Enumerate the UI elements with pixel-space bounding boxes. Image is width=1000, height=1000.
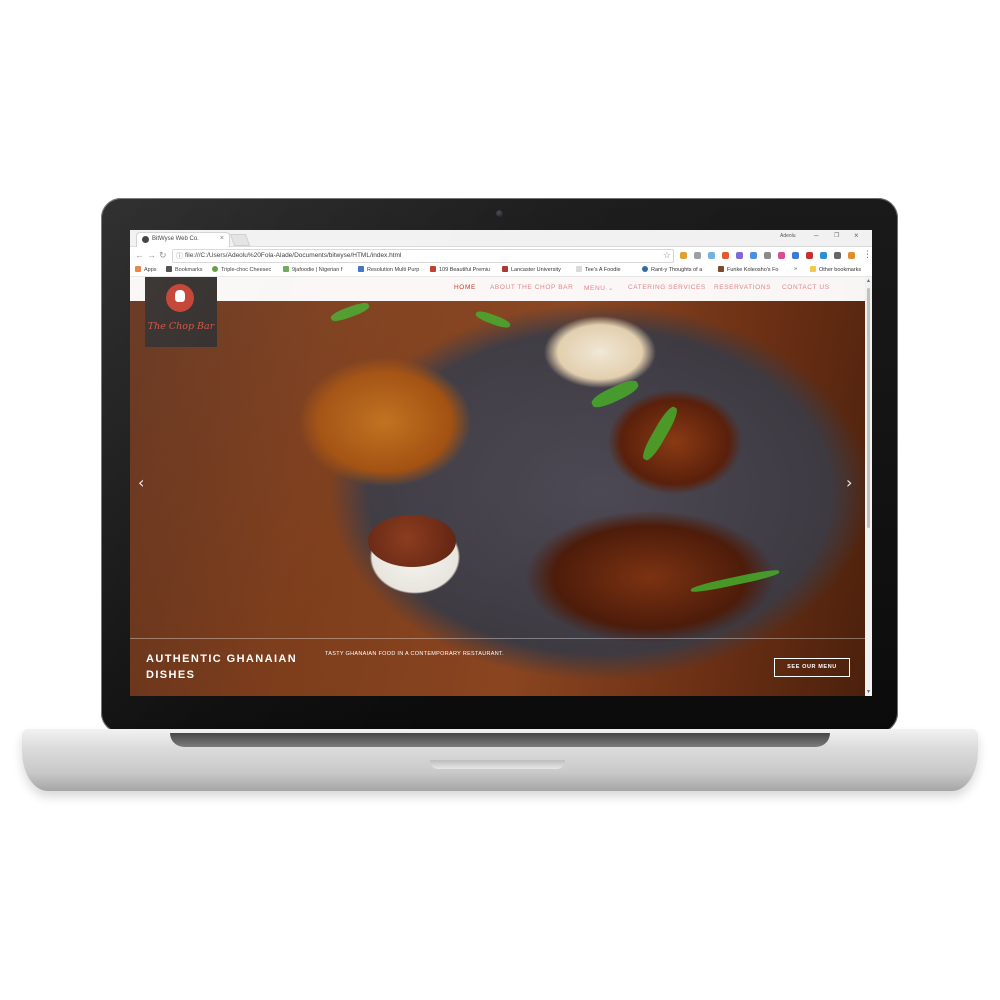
browser-tab-bar: BitWyse Web Co. × Adeolu – ❐ × [130, 230, 872, 247]
bookmark-favicon-icon [502, 266, 508, 272]
bookmark-favicon-icon [718, 266, 724, 272]
webcam [496, 210, 503, 217]
nav-menu[interactable]: MENU ⌄ [584, 284, 614, 292]
bookmark-apps[interactable]: Apps [135, 266, 157, 273]
sauce-bowl-image [368, 515, 456, 567]
bookmark-favicon-icon [212, 266, 218, 272]
hero-image [130, 277, 872, 696]
tab-title: BitWyse Web Co. [152, 236, 199, 242]
nav-about[interactable]: ABOUT THE CHOP BAR [490, 284, 573, 291]
wordpress-icon [642, 266, 648, 272]
back-icon[interactable]: ← [135, 249, 144, 261]
bookmark-favicon-icon [576, 266, 582, 272]
see-menu-button[interactable]: SEE OUR MENU [774, 658, 850, 677]
bookmark-favicon-icon [430, 266, 436, 272]
profile-name[interactable]: Adeolu [780, 233, 796, 239]
bookmark-item[interactable]: Lancaster University [502, 266, 561, 273]
bookmark-item[interactable]: Resolution Multi Purp [358, 266, 419, 273]
extension-icon[interactable] [848, 252, 855, 259]
bookmark-item[interactable]: Tee's A Foodie [576, 266, 621, 273]
bookmark-item[interactable]: 109 Beautiful Premiu [430, 266, 490, 273]
address-bar[interactable]: ⓘ file:///C:/Users/Adeolu%20Fola-Alade/D… [172, 249, 674, 263]
bookmark-other[interactable]: Other bookmarks [810, 266, 861, 273]
extension-icon[interactable] [778, 252, 785, 259]
laptop-notch [430, 760, 565, 769]
url-text: file:///C:/Users/Adeolu%20Fola-Alade/Doc… [185, 252, 402, 259]
bookmarks-overflow-icon[interactable]: » [794, 266, 797, 272]
browser-toolbar: ← → ↻ ⓘ file:///C:/Users/Adeolu%20Fola-A… [130, 247, 872, 265]
apps-grid-icon [135, 266, 141, 272]
extension-icon[interactable] [750, 252, 757, 259]
bookmark-item[interactable]: Funke Koleosho's Fo [718, 266, 779, 273]
bookmark-item[interactable]: 9jafoodie | Nigerian f [283, 266, 342, 273]
folder-icon [810, 266, 816, 272]
bookmark-favicon-icon [283, 266, 289, 272]
star-icon [166, 266, 172, 272]
minimize-icon[interactable]: – [814, 232, 818, 240]
extension-icon[interactable] [708, 252, 715, 259]
extension-icon[interactable] [764, 252, 771, 259]
browser-menu-icon[interactable]: ⋮ [863, 249, 872, 260]
extension-icon[interactable] [820, 252, 827, 259]
bookmark-item[interactable]: Bookmarks [166, 266, 203, 273]
caption-divider [130, 638, 872, 639]
maximize-icon[interactable]: ❐ [834, 232, 839, 240]
bookmark-item[interactable]: Triple-choc Cheesec [212, 266, 271, 273]
close-tab-icon[interactable]: × [220, 235, 224, 242]
hero-title: AUTHENTIC GHANAIAN DISHES [146, 653, 298, 681]
page-info-icon[interactable]: ⓘ [176, 251, 183, 261]
new-tab-button[interactable] [229, 234, 251, 246]
hero-subtitle: TASTY GHANAIAN FOOD IN A CONTEMPORARY RE… [325, 651, 504, 657]
laptop-hinge [170, 733, 830, 747]
extension-icon[interactable] [722, 252, 729, 259]
scroll-down-icon[interactable]: ▼ [866, 689, 871, 695]
web-page: HOME ABOUT THE CHOP BAR MENU ⌄ CATERING … [130, 277, 872, 696]
bookmark-favicon-icon [358, 266, 364, 272]
nav-reservations[interactable]: RESERVATIONS [714, 284, 771, 291]
bookmarks-bar: Apps Bookmarks Triple-choc Cheesec 9jafo… [130, 264, 872, 277]
reload-icon[interactable]: ↻ [159, 249, 167, 261]
bookmark-item[interactable]: Rant-y Thoughts of a [642, 266, 702, 273]
nav-home[interactable]: HOME [454, 284, 476, 291]
extension-icon[interactable] [736, 252, 743, 259]
close-window-icon[interactable]: × [854, 232, 859, 240]
forward-icon[interactable]: → [147, 249, 156, 261]
chevron-down-icon: ⌄ [607, 285, 614, 292]
scroll-up-icon[interactable]: ▲ [866, 278, 871, 284]
scrollbar-thumb[interactable] [867, 288, 870, 528]
carousel-next-icon[interactable]: › [846, 473, 852, 492]
logo-text: The Chop Bar [147, 321, 215, 332]
extension-icon[interactable] [834, 252, 841, 259]
carousel-prev-icon[interactable]: ‹ [138, 473, 144, 492]
browser-tab[interactable]: BitWyse Web Co. × [136, 232, 230, 247]
opera-icon[interactable] [806, 252, 813, 259]
extension-icon[interactable] [792, 252, 799, 259]
laptop-screen: BitWyse Web Co. × Adeolu – ❐ × ← → ↻ ⓘ f… [130, 230, 872, 696]
site-favicon-icon [142, 236, 149, 243]
nav-catering[interactable]: CATERING SERVICES [628, 284, 706, 291]
chef-emblem-icon [166, 284, 194, 312]
extension-icon[interactable] [680, 252, 687, 259]
extension-icon[interactable] [694, 252, 701, 259]
site-logo[interactable]: The Chop Bar [145, 277, 217, 347]
nav-contact[interactable]: CONTACT US [782, 284, 830, 291]
bookmark-star-icon[interactable]: ☆ [663, 250, 671, 261]
site-header: HOME ABOUT THE CHOP BAR MENU ⌄ CATERING … [130, 277, 872, 301]
